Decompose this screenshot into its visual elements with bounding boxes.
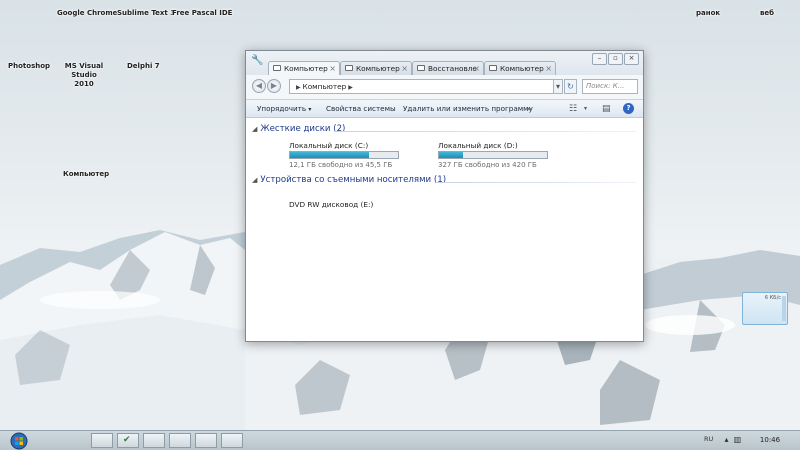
breadcrumb[interactable]: Компьютер (303, 82, 347, 91)
taskbar-button-4[interactable] (169, 433, 191, 448)
close-icon[interactable]: × (545, 62, 552, 75)
close-icon[interactable]: × (401, 62, 408, 75)
breadcrumb-arrow-icon: ▶ (346, 84, 353, 91)
explorer-window: 🔧 Компьютер × Компьютер × Восстановле × … (245, 50, 644, 342)
address-bar[interactable]: ▶ Компьютер ▶ (289, 79, 562, 94)
tab-computer-3[interactable]: Компьютер × (484, 61, 556, 75)
group-removable-devices[interactable]: ◢ Устройства со съемными носителями (1) (252, 175, 446, 185)
desktop-shortcut-photoshop[interactable]: Photoshop (8, 62, 50, 70)
more-commands-button[interactable]: » (527, 100, 531, 118)
address-row: ◀ ▶ ▶ Компьютер ▶ ▾ ↻ Поиск: К... (246, 75, 643, 99)
collapse-triangle-icon: ◢ (252, 176, 258, 184)
group-divider (436, 182, 636, 183)
taskbar-button-6[interactable] (221, 433, 243, 448)
group-title: Жесткие диски (2) (260, 124, 346, 134)
taskbar-button-5[interactable] (195, 433, 217, 448)
chevron-down-icon[interactable]: ▾ (584, 103, 587, 115)
close-icon[interactable]: × (329, 62, 336, 75)
drive-e-name[interactable]: DVD RW дисковод (E:) (289, 200, 373, 209)
close-icon[interactable]: × (473, 62, 480, 75)
tab-label: Восстановле (428, 64, 477, 73)
content-area: ◢ Жесткие диски (2) Локальный диск (C:) 1… (246, 118, 643, 341)
refresh-button[interactable]: ↻ (564, 79, 577, 94)
wrench-icon[interactable]: 🔧 (251, 55, 263, 67)
taskbar-button-1[interactable] (91, 433, 113, 448)
drive-c-usage-bar (289, 151, 399, 159)
command-bar: Упорядочить ▾ Свойства системы Удалить и… (246, 99, 643, 118)
drive-c-usage-fill (290, 152, 369, 158)
network-meter-gadget[interactable]: 6 КБ/с (742, 292, 788, 325)
gadget-scrollbar[interactable] (782, 296, 786, 321)
group-title: Устройства со съемными носителями (1) (260, 175, 447, 185)
forward-button[interactable]: ▶ (267, 79, 281, 93)
drive-d-free: 327 ГБ свободно из 420 ГБ (438, 161, 537, 169)
tray-arrow-icon[interactable]: ▴ (722, 435, 731, 444)
view-options-icon[interactable]: ☷ (569, 103, 577, 115)
start-button[interactable] (6, 431, 32, 450)
drive-d-name[interactable]: Локальный диск (D:) (438, 141, 518, 150)
organize-button[interactable]: Упорядочить ▾ (257, 100, 311, 118)
back-button[interactable]: ◀ (252, 79, 266, 93)
desktop-shortcut-chrome[interactable]: Google Chrome (57, 9, 117, 17)
chevron-down-icon: ▾ (308, 106, 312, 113)
search-input[interactable]: Поиск: К... (582, 79, 638, 94)
uninstall-program-button[interactable]: Удалить или изменить программу (403, 100, 533, 118)
folder-icon (417, 65, 425, 71)
desktop-shortcut-sublime[interactable]: Sublime Text 3 (117, 9, 175, 17)
network-icon[interactable]: ▥ (733, 435, 742, 444)
language-indicator[interactable]: RU (704, 435, 713, 443)
desktop-shortcut-web[interactable]: веб (760, 9, 774, 17)
tab-label: Компьютер (500, 64, 544, 73)
folder-icon (273, 65, 281, 71)
desktop-shortcut-visual-studio[interactable]: MS Visual Studio 2010 (62, 62, 106, 89)
drive-c-name[interactable]: Локальный диск (C:) (289, 141, 368, 150)
window-titlebar[interactable]: 🔧 Компьютер × Компьютер × Восстановле × … (246, 51, 643, 76)
preview-pane-icon[interactable]: ▤ (602, 103, 611, 115)
system-properties-button[interactable]: Свойства системы (326, 100, 396, 118)
group-hard-drives[interactable]: ◢ Жесткие диски (2) (252, 124, 345, 134)
app-icon: ✔ (123, 435, 131, 445)
drive-d-usage-bar (438, 151, 548, 159)
gadget-text: 6 КБ/с (764, 295, 781, 301)
window-controls: – ▫ × (591, 53, 639, 65)
help-icon[interactable]: ? (623, 103, 634, 114)
tab-restore[interactable]: Восстановле × (412, 61, 484, 75)
drive-d-usage-fill (439, 152, 463, 158)
folder-icon (345, 65, 353, 71)
tab-computer-2[interactable]: Компьютер × (340, 61, 412, 75)
tab-label: Компьютер (356, 64, 400, 73)
desktop-shortcut-delphi[interactable]: Delphi 7 (127, 62, 160, 70)
minimize-button[interactable]: – (592, 53, 607, 65)
drive-c-free: 12,1 ГБ свободно из 45,5 ГБ (289, 161, 393, 169)
tab-computer-1[interactable]: Компьютер × (268, 61, 340, 76)
clock[interactable]: 10:46 (746, 432, 794, 449)
taskbar-button-3[interactable] (143, 433, 165, 448)
desktop-shortcut-freepascal[interactable]: Free Pascal IDE (172, 9, 232, 17)
close-button[interactable]: × (624, 53, 639, 65)
taskbar: ✔ RU ▴ ▥ 10:46 (0, 430, 800, 450)
tab-label: Компьютер (284, 64, 328, 73)
desktop-shortcut-computer[interactable]: Компьютер (63, 170, 109, 178)
taskbar-button-2[interactable]: ✔ (117, 433, 139, 448)
address-dropdown-button[interactable]: ▾ (553, 79, 563, 94)
folder-icon (489, 65, 497, 71)
desktop-shortcut-ranok[interactable]: ранок (696, 9, 720, 17)
collapse-triangle-icon: ◢ (252, 125, 258, 133)
group-divider (334, 131, 636, 132)
maximize-button[interactable]: ▫ (608, 53, 623, 65)
organize-label: Упорядочить (257, 104, 307, 113)
